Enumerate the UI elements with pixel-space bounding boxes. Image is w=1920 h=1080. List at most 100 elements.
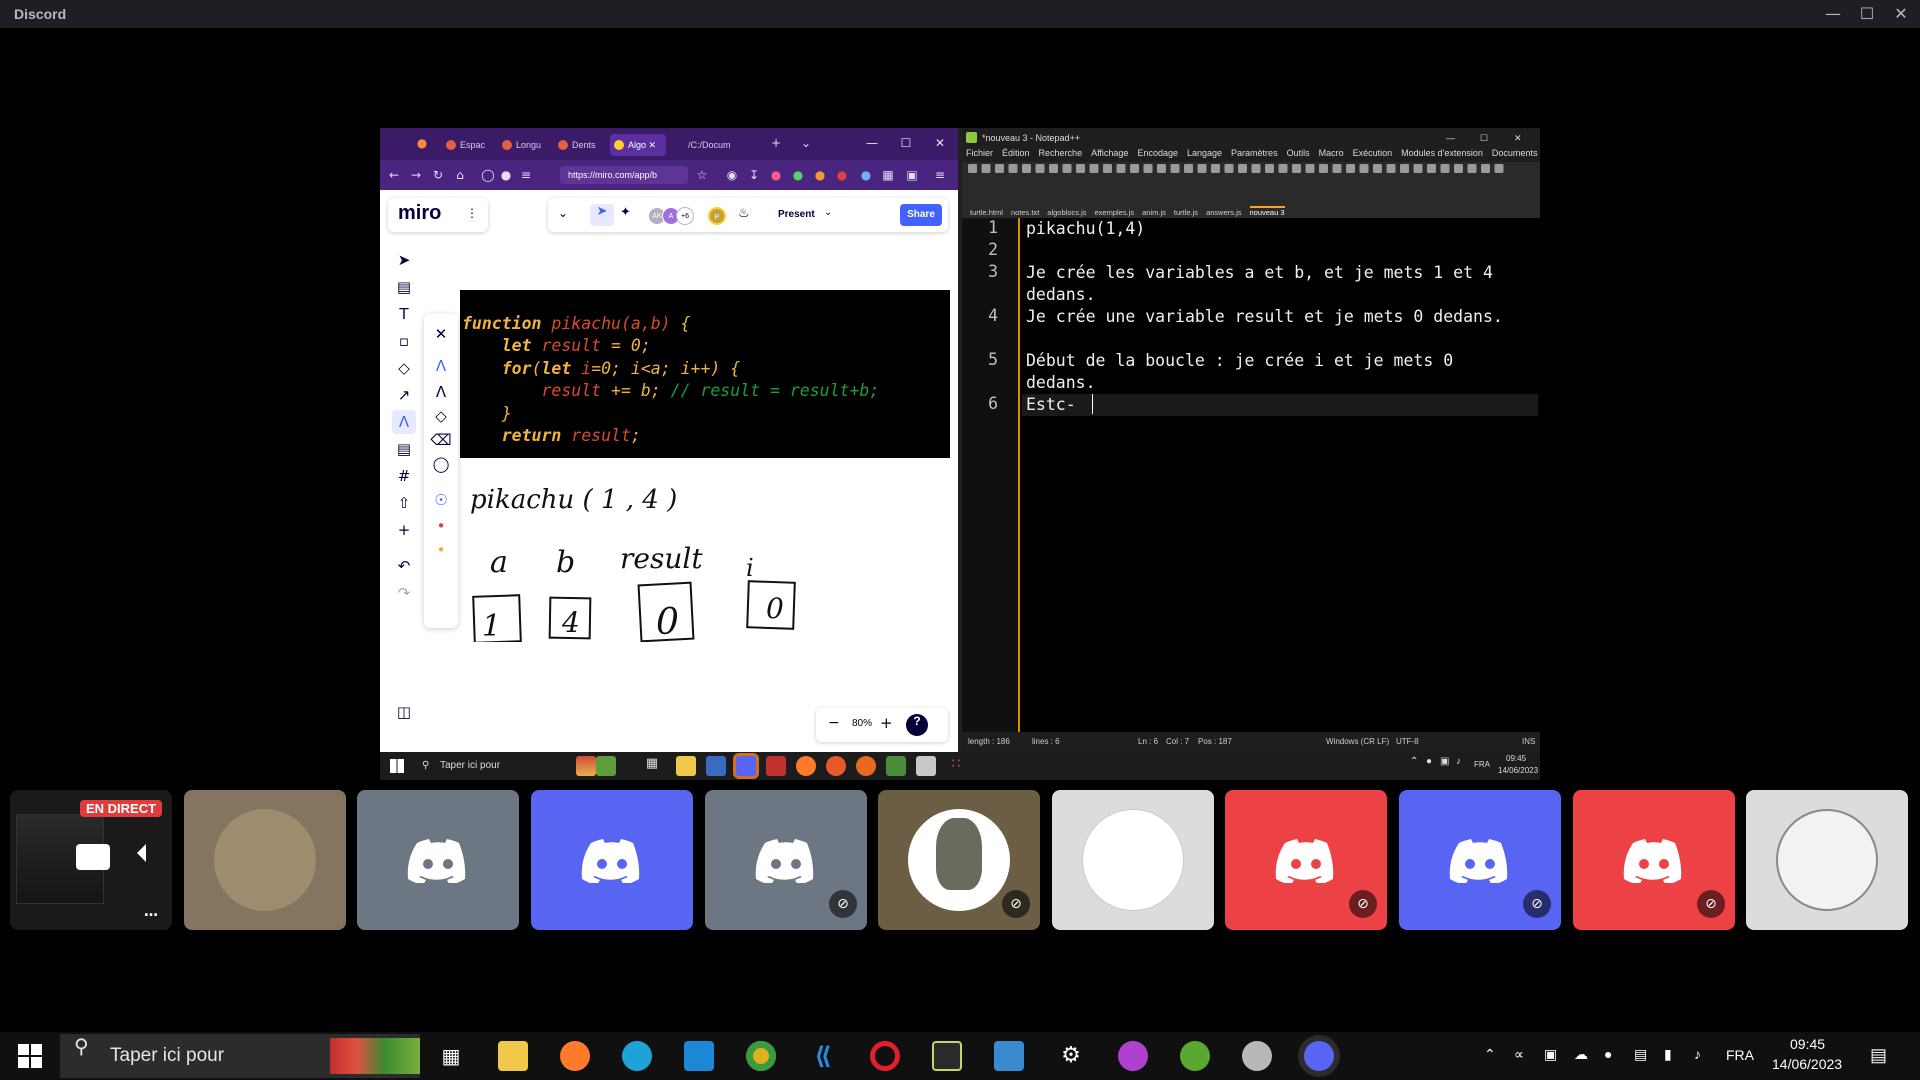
bell-icon[interactable]: ♨ xyxy=(738,206,750,221)
app-icon[interactable] xyxy=(766,756,786,776)
browser-tab-active[interactable]: Algo ✕ xyxy=(610,134,666,156)
redo-icon[interactable]: ↷ xyxy=(392,581,416,605)
participant-tile[interactable] xyxy=(184,790,346,930)
browser-tab[interactable]: Dents xyxy=(554,134,606,156)
chevron-down-icon[interactable]: ⌄ xyxy=(558,206,568,220)
minimize-icon[interactable]: — xyxy=(1818,2,1848,26)
participant-tile[interactable]: ⊘ xyxy=(878,790,1040,930)
shield-icon[interactable]: ◯ xyxy=(480,166,496,184)
zoom-in-icon[interactable]: + xyxy=(880,714,893,732)
task-view-icon[interactable]: ▦ xyxy=(642,756,662,776)
board-menu-icon[interactable]: ⋮ xyxy=(466,206,478,220)
browser-tab[interactable]: Espac xyxy=(442,134,494,156)
sticky-note-icon[interactable]: ▫ xyxy=(392,329,416,353)
close-icon[interactable]: ✕ xyxy=(1886,2,1916,26)
close-icon[interactable]: ✕ xyxy=(932,134,948,152)
file-tab[interactable]: algoblocs.js xyxy=(1047,208,1086,217)
app-icon[interactable] xyxy=(856,756,876,776)
shapes-icon[interactable]: ◇ xyxy=(392,356,416,380)
menu-item[interactable]: Documents xyxy=(1492,148,1538,158)
participant-tile[interactable] xyxy=(531,790,693,930)
help-icon[interactable]: ? xyxy=(906,714,928,736)
photos-icon[interactable] xyxy=(994,1041,1024,1071)
extension-icon[interactable]: ● xyxy=(812,166,828,184)
file-tab[interactable]: exemples.js xyxy=(1095,208,1135,217)
pen-icon[interactable]: Λ xyxy=(429,354,453,378)
tray-language[interactable]: FRA xyxy=(1474,760,1490,769)
file-tab[interactable]: answers.js xyxy=(1206,208,1241,217)
settings-gear-icon[interactable]: ⚙ xyxy=(1056,1041,1086,1071)
pen-tool-icon[interactable]: Λ xyxy=(392,410,416,434)
extension-icon[interactable]: ● xyxy=(834,166,850,184)
menu-item[interactable]: Outils xyxy=(1287,148,1310,158)
extension-icon[interactable]: ● xyxy=(858,166,874,184)
tray-chevron-icon[interactable]: ⌃ xyxy=(1410,756,1418,767)
file-explorer-icon[interactable] xyxy=(676,756,696,776)
templates-icon[interactable]: ▤ xyxy=(392,275,416,299)
weather-icon[interactable] xyxy=(576,756,596,776)
more-options-icon[interactable]: … xyxy=(144,904,158,920)
color-red-icon[interactable]: • xyxy=(429,514,453,538)
menu-item[interactable]: Paramètres xyxy=(1231,148,1278,158)
maximize-icon[interactable]: ☐ xyxy=(898,134,914,152)
participant-tile[interactable]: ⊘ xyxy=(1225,790,1387,930)
file-tab[interactable]: notes.txt xyxy=(1011,208,1039,217)
highlighter-icon[interactable]: Λ xyxy=(429,380,453,404)
new-tab-icon[interactable]: + xyxy=(768,134,784,152)
participant-tile[interactable] xyxy=(357,790,519,930)
home-icon[interactable]: ⌂ xyxy=(452,166,468,184)
browser-tab[interactable]: Longu xyxy=(498,134,550,156)
editor-line[interactable]: pikachu(1,4) xyxy=(1026,218,1526,240)
editor-line[interactable]: Estc- xyxy=(1026,394,1526,416)
color-black-icon[interactable]: ☉ xyxy=(429,488,453,512)
smart-draw-icon[interactable]: ◇ xyxy=(429,404,453,428)
forward-icon[interactable]: → xyxy=(408,166,424,184)
notification-icon[interactable]: ▤ xyxy=(1870,1045,1887,1066)
app-icon[interactable] xyxy=(826,756,846,776)
maximize-icon[interactable]: ☐ xyxy=(1480,128,1488,148)
cursor-icon[interactable]: ➤ xyxy=(590,204,614,226)
editor-line[interactable]: Je crée les variables a et b, et je mets… xyxy=(1026,262,1526,306)
toolbar-icons[interactable] xyxy=(962,162,1540,206)
app-grid-icon[interactable]: ∷ xyxy=(946,756,966,776)
meet-now-icon[interactable]: ▣ xyxy=(1544,1046,1557,1063)
back-icon[interactable]: ← xyxy=(386,166,402,184)
upload-icon[interactable]: ⇧ xyxy=(392,491,416,515)
close-icon[interactable]: ✕ xyxy=(429,322,453,346)
menu-item[interactable]: Langage xyxy=(1187,148,1222,158)
bookmark-star-icon[interactable]: ☆ xyxy=(694,166,710,184)
connector-icon[interactable]: ↗ xyxy=(392,383,416,407)
wifi-icon[interactable]: ∝ xyxy=(1514,1046,1524,1063)
extension-icon[interactable]: ● xyxy=(768,166,784,184)
microphone-icon[interactable]: ● xyxy=(1426,756,1432,767)
mail-icon[interactable] xyxy=(684,1041,714,1071)
url-bar[interactable]: https://miro.com/app/b xyxy=(560,166,688,184)
chevron-down-icon[interactable]: ⌄ xyxy=(824,207,832,218)
participant-tile-live[interactable]: EN DIRECT … xyxy=(10,790,172,930)
close-icon[interactable]: ✕ xyxy=(1514,128,1522,148)
download-icon[interactable]: ↧ xyxy=(746,166,762,184)
taskbar-search[interactable]: ⚲ Taper ici pour xyxy=(60,1034,420,1078)
firefox-icon[interactable] xyxy=(796,756,816,776)
app-icon[interactable] xyxy=(1242,1041,1272,1071)
microphone-icon[interactable]: ● xyxy=(1604,1046,1612,1062)
tab-list-icon[interactable]: ⌄ xyxy=(798,134,814,152)
tray-chevron-icon[interactable]: ⌃ xyxy=(1484,1046,1496,1063)
permissions-icon[interactable]: ≡ xyxy=(518,166,534,184)
display-icon[interactable]: ▤ xyxy=(1634,1046,1647,1063)
menu-item[interactable]: Affichage xyxy=(1091,148,1128,158)
zoom-level[interactable]: 80% xyxy=(852,718,872,729)
tray-language[interactable]: FRA xyxy=(1726,1047,1754,1063)
select-tool-icon[interactable]: ➤ xyxy=(392,248,416,272)
zoom-out-icon[interactable]: − xyxy=(828,715,840,731)
network-icon[interactable]: ▣ xyxy=(1440,756,1449,767)
participant-tile[interactable]: ⊘ xyxy=(705,790,867,930)
screen-share-stream[interactable]: ● Espac Longu Dents Algo ✕ /C:/Docum + ⌄… xyxy=(380,128,1540,780)
menu-item[interactable]: Exécution xyxy=(1353,148,1393,158)
maximize-icon[interactable]: ☐ xyxy=(1852,2,1882,26)
undo-icon[interactable]: ↶ xyxy=(392,554,416,578)
lock-icon[interactable]: ● xyxy=(498,166,514,184)
file-tab-active[interactable]: nouveau 3 xyxy=(1249,206,1285,217)
opera-icon[interactable] xyxy=(870,1041,900,1071)
file-tab[interactable]: turtle.html xyxy=(970,208,1003,217)
